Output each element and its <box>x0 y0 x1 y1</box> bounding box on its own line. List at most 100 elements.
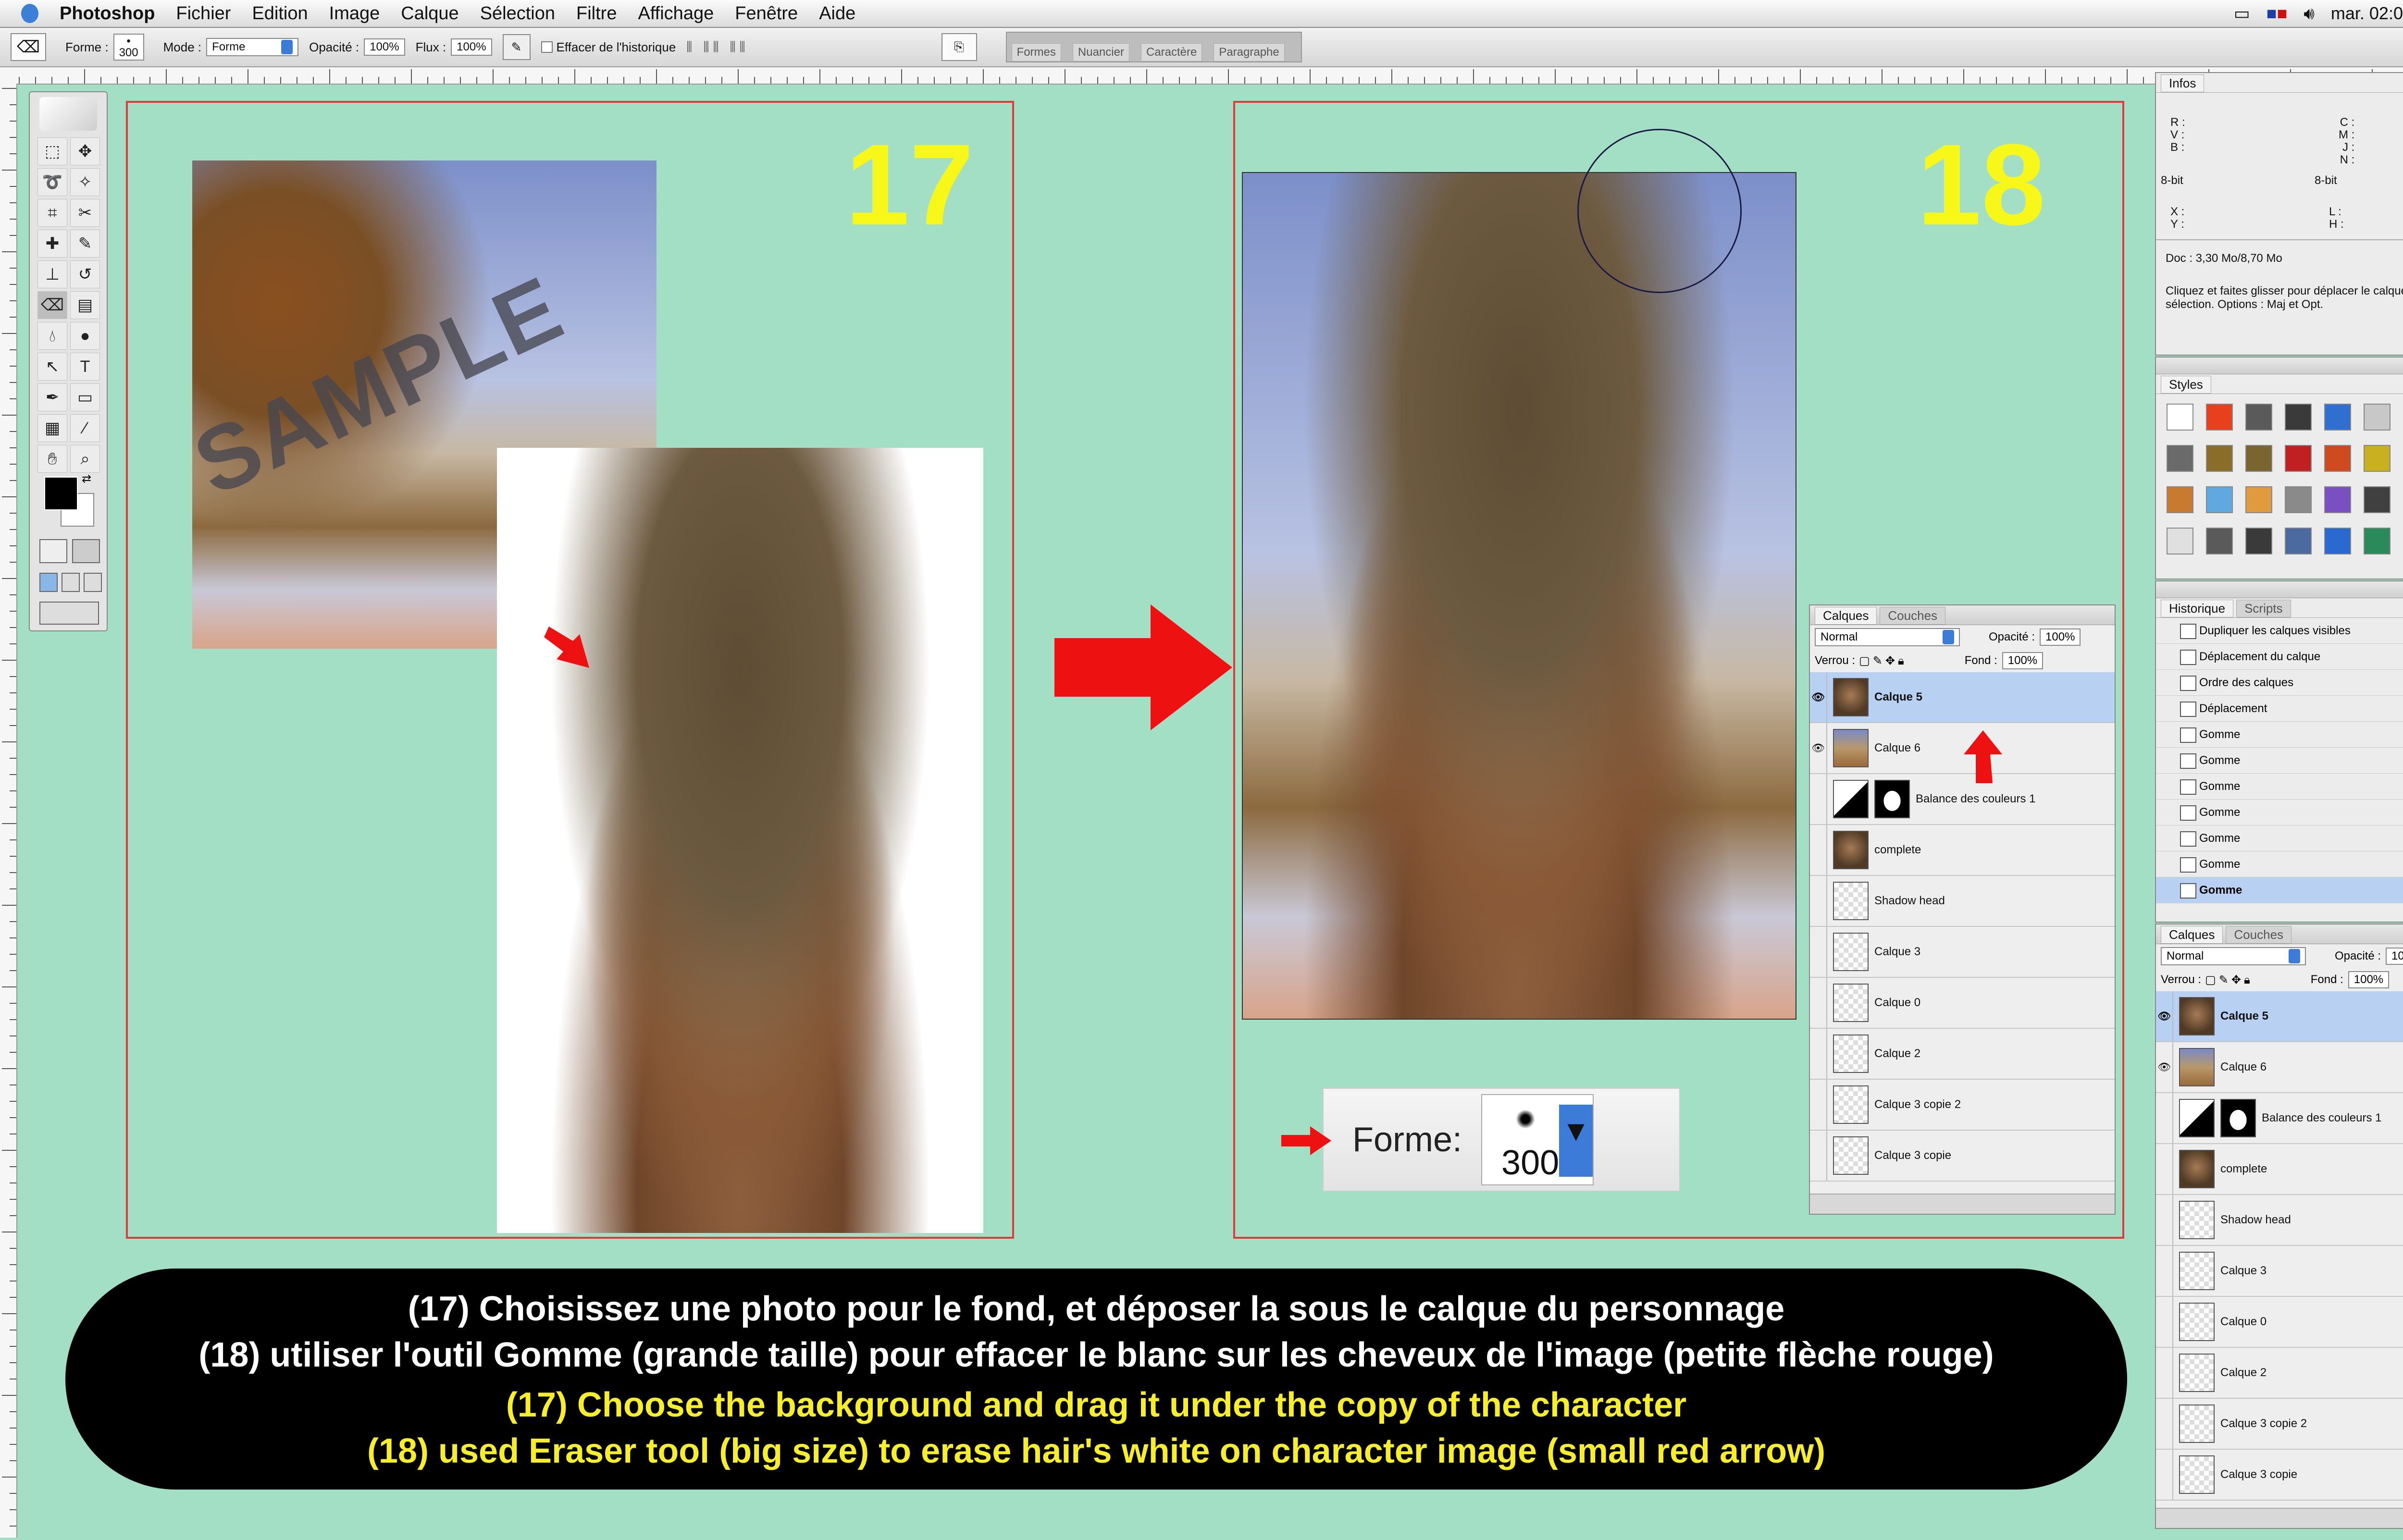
crop-tool-icon[interactable]: ⌗ <box>37 199 67 227</box>
eye-icon[interactable]: 👁︎ <box>2156 1042 2173 1092</box>
layer-opacity-field[interactable]: 100% <box>2040 628 2081 646</box>
layer-row[interactable]: complete <box>2156 1144 2403 1195</box>
tab-styles[interactable]: Styles <box>2161 376 2211 394</box>
style-swatch[interactable] <box>2364 486 2391 513</box>
eye-hidden-box[interactable] <box>2156 1399 2173 1449</box>
move-tool-icon[interactable]: ✥ <box>70 137 100 165</box>
eye-hidden-box[interactable] <box>2156 1246 2173 1296</box>
eye-hidden-box[interactable] <box>2156 1093 2173 1143</box>
mode-dropdown[interactable]: Forme <box>206 38 299 56</box>
menu-item-selection[interactable]: Sélection <box>480 3 555 24</box>
eye-hidden-box[interactable] <box>1810 1029 1827 1079</box>
style-swatch[interactable] <box>2206 528 2233 554</box>
shape-tool-icon[interactable]: ▭ <box>70 383 100 411</box>
marquee-tool-icon[interactable]: ⬚ <box>37 137 67 165</box>
ruler-left[interactable] <box>0 84 17 1538</box>
layer-row[interactable]: Shadow head <box>1810 876 2115 927</box>
eye-icon[interactable]: 👁︎ <box>2156 991 2173 1041</box>
foreground-color-swatch[interactable] <box>44 477 78 510</box>
history-checkbox[interactable] <box>541 41 553 53</box>
eye-hidden-box[interactable] <box>1810 1131 1827 1181</box>
notes-tool-icon[interactable]: ▦ <box>37 414 67 442</box>
apple-menu-icon[interactable] <box>21 4 38 23</box>
style-swatch[interactable] <box>2245 486 2272 513</box>
layer-row[interactable]: Calque 2 <box>2156 1348 2403 1399</box>
path-selection-tool-icon[interactable]: ↖ <box>37 353 67 381</box>
well-tab-formes[interactable]: Formes <box>1011 43 1061 62</box>
eraser-tool-icon[interactable]: ⌫ <box>37 291 67 319</box>
layer-row[interactable]: Calque 0 <box>1810 978 2115 1029</box>
history-item[interactable]: Déplacement du calque <box>2156 644 2403 670</box>
style-swatch[interactable] <box>2324 486 2351 513</box>
layer-row[interactable]: Calque 3 <box>2156 1246 2403 1297</box>
style-swatch[interactable] <box>2324 528 2351 554</box>
menu-item-fichier[interactable]: Fichier <box>176 3 231 24</box>
layer-fill-field-dock[interactable]: 100% <box>2348 971 2390 988</box>
layer-row[interactable]: Calque 3 copie <box>1810 1131 2115 1182</box>
well-tab-caractere[interactable]: Caractère <box>1140 43 1202 62</box>
history-item[interactable]: Gomme <box>2156 774 2403 800</box>
language-flag-icon[interactable]: ■■ <box>2267 3 2288 24</box>
eye-hidden-box[interactable] <box>1810 774 1827 824</box>
feather-logo-icon[interactable] <box>39 97 97 131</box>
style-swatch[interactable] <box>2167 445 2193 472</box>
history-item[interactable]: Gomme <box>2156 800 2403 825</box>
layer-fill-field[interactable]: 100% <box>2002 652 2044 669</box>
style-swatch[interactable] <box>2206 486 2233 513</box>
layer-row[interactable]: 👁︎ Calque 5 <box>1810 672 2115 723</box>
layer-row[interactable]: Calque 0 <box>2156 1297 2403 1348</box>
well-tab-paragraphe[interactable]: Paragraphe <box>1214 43 1285 62</box>
pen-tool-icon[interactable]: ✒ <box>37 383 67 411</box>
lock-icons[interactable]: ▢✎✥🔒︎ <box>1859 654 1907 668</box>
lock-icons-dock[interactable]: ▢✎✥🔒︎ <box>2205 973 2253 987</box>
display-icon[interactable]: ▭ <box>2234 3 2250 24</box>
jump-to-imageready-icon[interactable] <box>39 602 99 625</box>
zoom-tool-icon[interactable]: ⌕ <box>70 445 100 473</box>
eye-icon[interactable]: 👁︎ <box>1810 723 1827 773</box>
layer-row[interactable]: 👁︎ Calque 6 <box>1810 723 2115 774</box>
layer-row[interactable]: Calque 3 copie <box>2156 1450 2403 1501</box>
tab-calques[interactable]: Calques <box>1815 607 1877 625</box>
eye-hidden-box[interactable] <box>1810 876 1827 926</box>
style-swatch[interactable] <box>2364 445 2391 472</box>
style-swatch[interactable] <box>2364 528 2391 554</box>
eye-hidden-box[interactable] <box>1810 825 1827 875</box>
swap-colors-icon[interactable]: ⇄ <box>82 472 91 486</box>
layer-row[interactable]: Shadow head <box>2156 1195 2403 1246</box>
tab-calques-dock[interactable]: Calques <box>2161 926 2223 944</box>
history-item[interactable]: Dupliquer les calques visibles <box>2156 618 2403 644</box>
eraser-tool-preset-icon[interactable]: ⌫ <box>11 33 46 61</box>
style-swatch[interactable] <box>2245 528 2272 554</box>
layer-row[interactable]: complete <box>1810 825 2115 876</box>
style-swatch[interactable] <box>2167 404 2193 431</box>
menu-item-edition[interactable]: Edition <box>252 3 308 24</box>
layer-row[interactable]: Calque 3 <box>1810 927 2115 978</box>
style-swatch[interactable] <box>2206 404 2233 431</box>
style-swatch[interactable] <box>2167 528 2193 554</box>
history-item[interactable]: Gomme <box>2156 877 2403 903</box>
quickmask-icons[interactable] <box>39 539 100 563</box>
layer-row[interactable]: Balance des couleurs 1 <box>2156 1093 2403 1144</box>
hand-tool-icon[interactable]: ✋︎ <box>37 445 67 473</box>
tab-couches-dock[interactable]: Couches <box>2226 926 2292 944</box>
history-item[interactable]: Gomme <box>2156 825 2403 851</box>
flux-field[interactable]: 100% <box>451 38 492 56</box>
well-tab-nuancier[interactable]: Nuancier <box>1072 43 1129 62</box>
blend-mode-dropdown-dock[interactable]: Normal <box>2161 947 2306 965</box>
style-swatch[interactable] <box>2285 486 2312 513</box>
menu-item-aide[interactable]: Aide <box>819 3 855 24</box>
eye-hidden-box[interactable] <box>1810 978 1827 1028</box>
healing-brush-tool-icon[interactable]: ✚ <box>37 230 67 258</box>
eye-hidden-box[interactable] <box>1810 927 1827 977</box>
brush-size-picker[interactable]: • 300 <box>113 34 144 61</box>
history-brush-tool-icon[interactable]: ↺ <box>70 260 100 288</box>
tab-scripts[interactable]: Scripts <box>2236 600 2291 617</box>
dodge-tool-icon[interactable]: ● <box>70 322 100 350</box>
menu-clock[interactable]: mar. 02:01 <box>2331 3 2403 24</box>
style-swatch[interactable] <box>2285 404 2312 431</box>
blur-tool-icon[interactable]: 💧︎ <box>37 322 67 350</box>
history-item[interactable]: Gomme <box>2156 748 2403 774</box>
align-icons[interactable]: ⫼ ⫼⫼ ⫼⫼ <box>686 39 749 55</box>
style-swatch[interactable] <box>2206 445 2233 472</box>
type-tool-icon[interactable]: T <box>70 353 100 381</box>
